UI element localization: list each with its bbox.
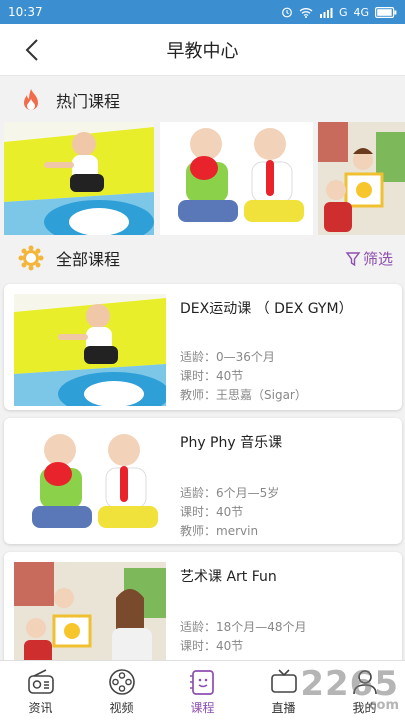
filter-label: 筛选 — [362, 250, 393, 268]
course-age: 适龄：6个月—5岁 — [180, 486, 280, 500]
course-teacher: 教师：王思嘉（Sigar） — [180, 388, 307, 402]
tab-live[interactable]: 直播 — [243, 661, 324, 720]
sun-badge-icon — [18, 245, 44, 271]
course-card[interactable]: DEX运动课 （ DEX GYM） 适龄：0—36个月 课时：40节 教师：王思… — [4, 284, 402, 410]
tab-news[interactable]: 资讯 — [0, 661, 81, 720]
hot-courses-header: 热门课程 — [0, 78, 405, 122]
hot-course-thumb-gym[interactable] — [4, 122, 154, 235]
filter-icon — [345, 251, 361, 266]
chevron-left-icon[interactable] — [22, 38, 44, 62]
course-thumbnail — [14, 294, 166, 406]
battery-icon — [375, 6, 397, 18]
tab-label: 资讯 — [28, 701, 53, 715]
all-courses-header: 全部课程 筛选 — [0, 236, 405, 280]
status-icons: G 4G — [281, 6, 397, 19]
course-hours: 课时：40节 — [180, 639, 244, 653]
tab-video[interactable]: 视频 — [81, 661, 162, 720]
flame-icon — [24, 89, 38, 110]
gym-photo — [4, 122, 154, 235]
network-label: 4G — [353, 5, 369, 19]
section-title: 全部课程 — [56, 250, 121, 269]
music-photo — [14, 428, 166, 540]
hot-course-thumb-art[interactable] — [318, 122, 405, 235]
status-time: 10:37 — [8, 5, 43, 19]
course-meta: 适龄：18个月—48个月 课时：40节 — [180, 618, 307, 656]
carrier-label: G — [338, 5, 348, 19]
user-icon — [352, 670, 377, 695]
film-reel-icon — [108, 669, 135, 695]
course-title: 艺术课 Art Fun — [180, 569, 277, 585]
art-photo — [318, 122, 405, 235]
course-age: 适龄：0—36个月 — [180, 350, 275, 364]
signal-icon — [319, 7, 333, 18]
hot-course-thumb-music[interactable] — [160, 122, 313, 235]
course-teacher: 教师：mervin — [180, 524, 259, 538]
page-title: 早教中心 — [166, 40, 239, 62]
alarm-icon — [282, 7, 292, 18]
course-meta: 适龄：6个月—5岁 课时：40节 教师：mervin — [180, 484, 279, 541]
course-thumbnail — [14, 562, 166, 674]
course-age: 适龄：18个月—48个月 — [180, 620, 307, 634]
course-title: Phy Phy 音乐课 — [180, 435, 283, 451]
gym-photo — [14, 294, 166, 406]
course-hours: 课时：40节 — [180, 369, 244, 383]
course-meta: 适龄：0—36个月 课时：40节 教师：王思嘉（Sigar） — [180, 348, 307, 405]
course-book-icon — [189, 670, 214, 695]
app-header: 早教中心 — [0, 24, 405, 76]
tv-icon — [270, 669, 297, 693]
wifi-icon — [299, 7, 313, 18]
tab-label: 课程 — [190, 701, 215, 715]
course-thumbnail — [14, 428, 166, 540]
tab-label: 直播 — [271, 701, 296, 715]
course-card[interactable]: Phy Phy 音乐课 适龄：6个月—5岁 课时：40节 教师：mervin — [4, 418, 402, 544]
tab-label: 我的 — [352, 701, 377, 715]
tab-courses[interactable]: 课程 — [162, 661, 243, 720]
radio-icon — [27, 669, 54, 694]
course-hours: 课时：40节 — [180, 505, 244, 519]
filter-button[interactable]: 筛选 — [345, 248, 393, 269]
tab-profile[interactable]: 我的 — [324, 661, 405, 720]
status-bar: 10:37 G 4G — [0, 0, 405, 24]
course-title: DEX运动课 （ DEX GYM） — [180, 301, 353, 317]
bottom-tab-bar: 资讯 视频 课程 直播 我的 — [0, 660, 405, 720]
music-photo — [160, 122, 313, 235]
tab-label: 视频 — [109, 701, 134, 715]
art-photo — [14, 562, 166, 674]
hot-courses-carousel[interactable] — [0, 122, 405, 235]
section-title: 热门课程 — [56, 92, 121, 111]
